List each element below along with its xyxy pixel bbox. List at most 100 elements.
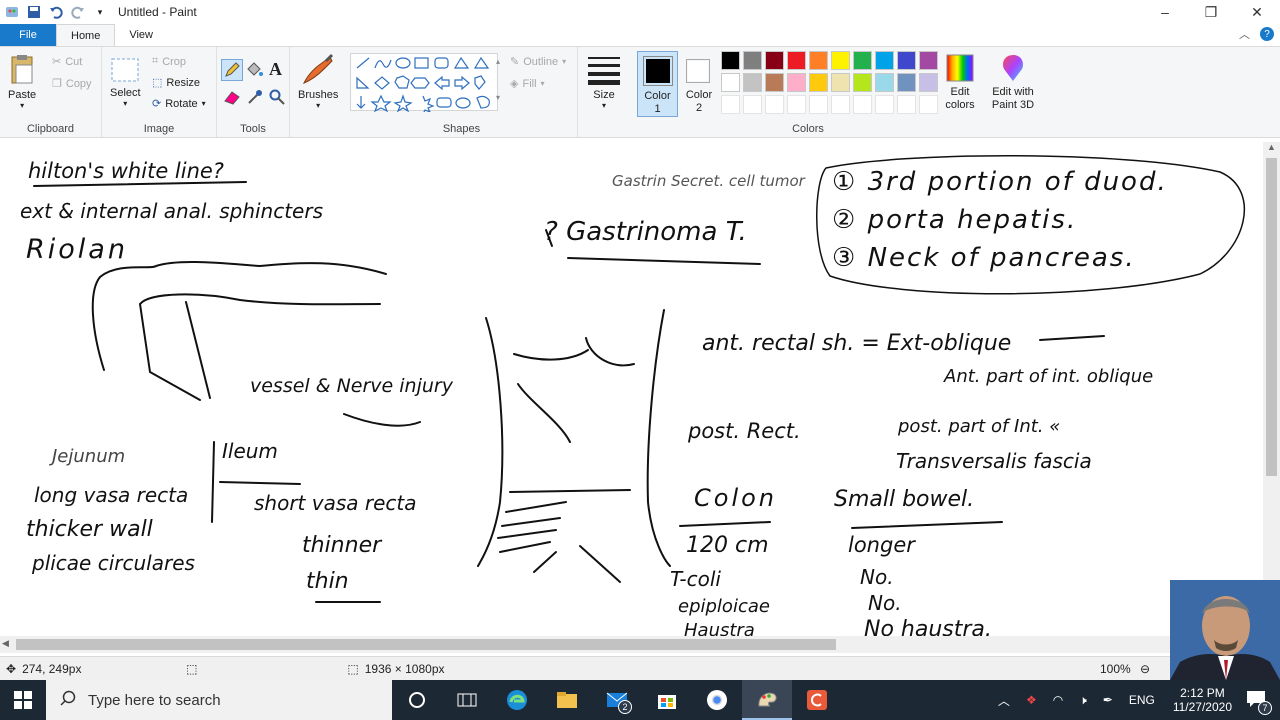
palette-color-swatch[interactable] [853, 73, 872, 92]
zoom-out-icon[interactable]: ⊖ [1140, 662, 1150, 676]
palette-color-swatch[interactable] [787, 51, 806, 70]
recorder-app-icon[interactable] [792, 680, 842, 720]
palette-color-swatch[interactable] [743, 73, 762, 92]
minimize-button[interactable]: – [1142, 0, 1188, 24]
show-hidden-icons-icon[interactable]: ︿ [998, 692, 1010, 709]
custom-color-slot[interactable] [721, 95, 740, 114]
palette-color-swatch[interactable] [721, 73, 740, 92]
size-button[interactable]: Size ▾ [586, 53, 622, 110]
collapse-ribbon-icon[interactable]: ︿ [1239, 26, 1250, 42]
custom-color-slot[interactable] [765, 95, 784, 114]
copy-icon: ❐ [52, 78, 62, 90]
palette-color-swatch[interactable] [765, 51, 784, 70]
palette-color-swatch[interactable] [831, 51, 850, 70]
palette-color-swatch[interactable] [897, 73, 916, 92]
taskbar-clock[interactable]: 2:12 PM 11/27/2020 [1173, 686, 1232, 714]
magnifier-icon[interactable] [269, 89, 285, 108]
eraser-icon[interactable] [223, 89, 241, 108]
color1-button[interactable]: Color 1 [637, 51, 678, 117]
text-tool-icon[interactable]: A [269, 59, 282, 80]
resize-button[interactable]: ⬚ Resize [152, 76, 200, 90]
wifi-icon[interactable]: ◠ [1053, 693, 1063, 707]
custom-color-slot[interactable] [919, 95, 938, 114]
shapes-gallery[interactable] [350, 53, 498, 115]
select-button[interactable]: Select ▾ [110, 57, 141, 108]
cut-button[interactable]: ✂ Cut [52, 55, 82, 69]
note-short-vasa: short vasa recta [254, 491, 417, 515]
restore-button[interactable]: ❐ [1188, 0, 1234, 24]
horizontal-scrollbar[interactable]: ◀ [0, 636, 1262, 653]
edit-colors-button[interactable]: Edit colors [940, 53, 980, 112]
edit-with-paint3d-button[interactable]: Edit with Paint 3D [988, 53, 1038, 112]
palette-color-swatch[interactable] [831, 73, 850, 92]
outline-icon: ✎ [510, 56, 520, 68]
mail-icon[interactable]: 2 [592, 680, 642, 720]
palette-color-swatch[interactable] [919, 73, 938, 92]
scroll-up-icon[interactable]: ▲ [1267, 142, 1276, 152]
custom-color-slot[interactable] [743, 95, 762, 114]
start-button[interactable] [0, 680, 46, 720]
tab-view[interactable]: View [115, 24, 167, 46]
drawing-canvas[interactable]: hilton's white line? ext & internal anal… [0, 142, 1262, 636]
undo-icon[interactable] [48, 4, 64, 20]
outline-button[interactable]: ✎ Outline ▾ [510, 55, 566, 69]
close-button[interactable]: ✕ [1234, 0, 1280, 24]
palette-color-swatch[interactable] [853, 51, 872, 70]
custom-color-slot[interactable] [809, 95, 828, 114]
pencil-icon[interactable] [221, 59, 243, 81]
vertical-scroll-thumb[interactable] [1266, 158, 1277, 476]
store-icon[interactable] [642, 680, 692, 720]
palette-color-swatch[interactable] [765, 73, 784, 92]
brushes-button[interactable]: Brushes ▾ [298, 53, 338, 110]
rotate-button[interactable]: ⟳ Rotate ▾ [152, 97, 206, 111]
edge-browser-icon[interactable] [492, 680, 542, 720]
cursor-position: 274, 249px [22, 661, 82, 676]
copy-button[interactable]: ❐ Copy [52, 77, 92, 91]
fill-bucket-icon[interactable] [245, 61, 263, 82]
language-indicator[interactable]: ENG [1129, 693, 1155, 707]
palette-color-swatch[interactable] [875, 51, 894, 70]
paste-button[interactable]: Paste ▾ [8, 53, 36, 110]
file-menu[interactable]: File [0, 24, 56, 46]
paint-taskbar-icon[interactable] [742, 680, 792, 720]
palette-color-swatch[interactable] [897, 51, 916, 70]
color-picker-icon[interactable] [247, 89, 263, 108]
customize-quick-access-icon[interactable]: ▾ [92, 4, 108, 20]
dropbox-sync-icon[interactable]: ❖ [1026, 693, 1037, 707]
note-plicae: plicae circulares [31, 551, 195, 575]
help-icon[interactable]: ? [1260, 27, 1274, 41]
palette-color-swatch[interactable] [809, 73, 828, 92]
horizontal-scroll-thumb[interactable] [16, 639, 836, 650]
palette-color-swatch[interactable] [743, 51, 762, 70]
palette-color-swatch[interactable] [721, 51, 740, 70]
palette-color-swatch[interactable] [809, 51, 828, 70]
palette-color-swatch[interactable] [875, 73, 894, 92]
crop-button[interactable]: ⌗ Crop [152, 55, 186, 68]
shapes-group: ▴ ▾ ✎ Outline ▾ ◈ Fill ▾ Shapes [346, 47, 578, 137]
task-view-icon[interactable] [442, 680, 492, 720]
save-icon[interactable] [26, 4, 42, 20]
tab-home[interactable]: Home [56, 24, 116, 46]
cortana-icon[interactable] [392, 680, 442, 720]
chrome-icon[interactable] [692, 680, 742, 720]
volume-icon[interactable]: 🕨 [1079, 693, 1087, 708]
taskbar-search-box[interactable]: Type here to search [46, 680, 392, 720]
custom-color-slot[interactable] [875, 95, 894, 114]
underline-gastrinoma [567, 257, 761, 265]
vertical-scrollbar[interactable]: ▲ ▼ [1263, 142, 1280, 636]
fill-button[interactable]: ◈ Fill ▾ [510, 77, 545, 91]
redo-icon[interactable] [70, 4, 86, 20]
scroll-left-icon[interactable]: ◀ [2, 638, 9, 649]
custom-color-slot[interactable] [897, 95, 916, 114]
palette-color-swatch[interactable] [919, 51, 938, 70]
shapes-scroll-up-icon[interactable]: ▴ [496, 57, 500, 66]
custom-color-slot[interactable] [831, 95, 850, 114]
pen-icon[interactable]: ✒ [1103, 693, 1113, 707]
custom-color-slot[interactable] [853, 95, 872, 114]
notifications-icon[interactable]: 7 [1246, 690, 1272, 715]
palette-color-swatch[interactable] [787, 73, 806, 92]
color2-button[interactable]: Color 2 [680, 51, 718, 117]
shapes-more-icon[interactable]: ▾ [496, 93, 500, 102]
file-explorer-icon[interactable] [542, 680, 592, 720]
custom-color-slot[interactable] [787, 95, 806, 114]
